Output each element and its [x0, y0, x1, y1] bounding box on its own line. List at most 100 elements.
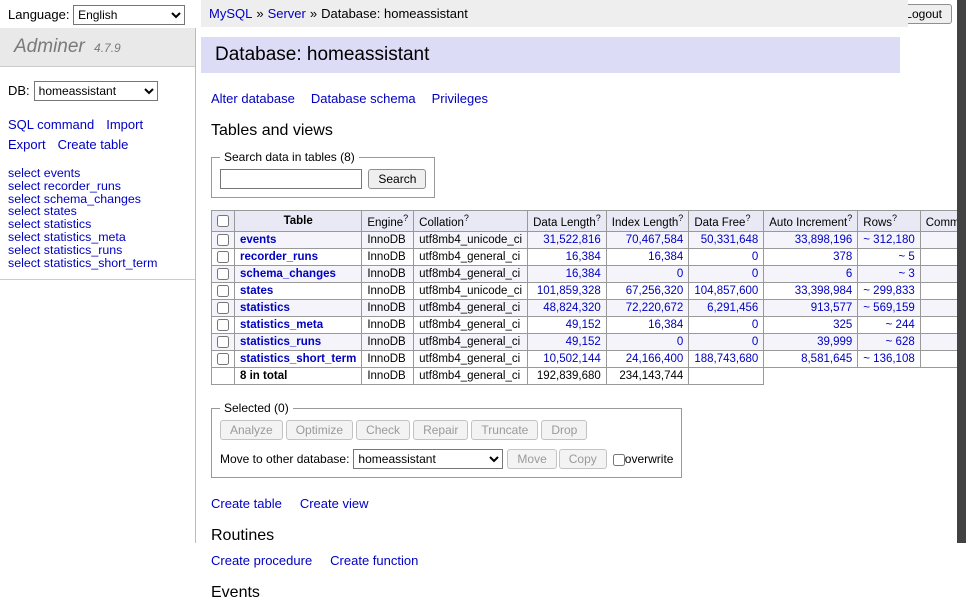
- cell-rows-link[interactable]: ~ 628: [886, 336, 915, 348]
- cell-auto-increment-link[interactable]: 8,581,645: [801, 353, 852, 365]
- cell-rows-link[interactable]: ~ 3: [898, 268, 914, 280]
- row-checkbox[interactable]: [217, 319, 229, 331]
- cell-index-length-link[interactable]: 0: [677, 336, 683, 348]
- db-select[interactable]: homeassistant: [34, 81, 158, 101]
- link-create-table[interactable]: Create table: [211, 496, 282, 511]
- table-link-statistics[interactable]: statistics: [240, 302, 290, 314]
- sidebar-link-export[interactable]: Export: [8, 137, 46, 152]
- app-logo[interactable]: Adminer 4.7.9: [0, 28, 195, 67]
- search-input[interactable]: [220, 169, 362, 189]
- repair-button[interactable]: Repair: [413, 420, 468, 440]
- cell-index-length-link[interactable]: 67,256,320: [626, 285, 684, 297]
- action-alter-database[interactable]: Alter database: [211, 91, 295, 106]
- cell-auto-increment-link[interactable]: 6: [846, 268, 852, 280]
- move-db-select[interactable]: homeassistant: [353, 449, 503, 469]
- row-checkbox[interactable]: [217, 285, 229, 297]
- table-link-statistics-meta[interactable]: statistics_meta: [240, 319, 323, 331]
- cell-data-free-link[interactable]: 0: [752, 336, 758, 348]
- row-checkbox[interactable]: [217, 336, 229, 348]
- breadcrumb-mysql[interactable]: MySQL: [209, 6, 252, 21]
- cell-data-length-link[interactable]: 48,824,320: [543, 302, 601, 314]
- link-create-view[interactable]: Create view: [300, 496, 369, 511]
- cell-rows-link[interactable]: ~ 569,159: [863, 302, 914, 314]
- selected-fieldset: Selected (0) AnalyzeOptimizeCheckRepairT…: [211, 401, 682, 478]
- cell-data-length-link[interactable]: 16,384: [566, 268, 601, 280]
- cell-data-length-link[interactable]: 10,502,144: [543, 353, 601, 365]
- cell-auto-increment-link[interactable]: 39,999: [817, 336, 852, 348]
- row-checkbox[interactable]: [217, 251, 229, 263]
- optimize-button[interactable]: Optimize: [286, 420, 353, 440]
- help-link[interactable]: ?: [596, 213, 601, 223]
- analyze-button[interactable]: Analyze: [220, 420, 283, 440]
- cell-data-length-link[interactable]: 49,152: [566, 336, 601, 348]
- cell-rows-link[interactable]: ~ 5: [898, 251, 914, 263]
- app-name[interactable]: Adminer: [14, 36, 85, 57]
- row-checkbox[interactable]: [217, 234, 229, 246]
- cell-auto-increment-link[interactable]: 913,577: [811, 302, 853, 314]
- cell-data-free-link[interactable]: 0: [752, 319, 758, 331]
- cell-index-length-link[interactable]: 16,384: [648, 319, 683, 331]
- cell-data-free-link[interactable]: 188,743,680: [694, 353, 758, 365]
- help-link[interactable]: ?: [745, 213, 750, 223]
- cell-data-free: 188,743,680: [689, 351, 764, 368]
- cell-table-name: schema_changes: [235, 265, 362, 282]
- cell-index-length-link[interactable]: 0: [677, 268, 683, 280]
- cell-rows-link[interactable]: ~ 299,833: [863, 285, 914, 297]
- link-create-procedure[interactable]: Create procedure: [211, 553, 312, 568]
- cell-data-free-link[interactable]: 104,857,600: [694, 285, 758, 297]
- cell-index-length-link[interactable]: 16,384: [648, 251, 683, 263]
- breadcrumb-server[interactable]: Server: [268, 6, 306, 21]
- cell-data-length-link[interactable]: 49,152: [566, 319, 601, 331]
- sidebar-link-import[interactable]: Import: [106, 117, 143, 132]
- cell-rows-link[interactable]: ~ 312,180: [863, 234, 914, 246]
- breadcrumb-separator: »: [256, 6, 263, 21]
- table-link-recorder-runs[interactable]: recorder_runs: [240, 251, 318, 263]
- row-checkbox[interactable]: [217, 353, 229, 365]
- link-create-function[interactable]: Create function: [330, 553, 418, 568]
- table-link-schema-changes[interactable]: schema_changes: [240, 268, 336, 280]
- cell-index-length-link[interactable]: 70,467,584: [626, 234, 684, 246]
- search-button[interactable]: Search: [368, 169, 426, 189]
- cell-data-length-link[interactable]: 101,859,328: [537, 285, 601, 297]
- cell-rows-link[interactable]: ~ 244: [886, 319, 915, 331]
- cell-index-length-link[interactable]: 72,220,672: [626, 302, 684, 314]
- action-privileges[interactable]: Privileges: [432, 91, 488, 106]
- scrollbar[interactable]: [957, 0, 966, 543]
- table-link-events[interactable]: events: [240, 234, 276, 246]
- truncate-button[interactable]: Truncate: [471, 420, 538, 440]
- cell-index-length-link[interactable]: 24,166,400: [626, 353, 684, 365]
- sidebar-link-sql-command[interactable]: SQL command: [8, 117, 94, 132]
- language-select[interactable]: English: [73, 5, 185, 25]
- cell-auto-increment-link[interactable]: 33,398,984: [795, 285, 853, 297]
- select-all-checkbox[interactable]: [217, 215, 229, 227]
- cell-rows-link[interactable]: ~ 136,108: [863, 353, 914, 365]
- help-link[interactable]: ?: [892, 213, 897, 223]
- table-link-statistics-runs[interactable]: statistics_runs: [240, 336, 321, 348]
- help-link[interactable]: ?: [464, 213, 469, 223]
- cell-data-length-link[interactable]: 31,522,816: [543, 234, 601, 246]
- row-checkbox[interactable]: [217, 268, 229, 280]
- cell-auto-increment-link[interactable]: 378: [833, 251, 852, 263]
- help-link[interactable]: ?: [847, 213, 852, 223]
- cell-data-free-link[interactable]: 0: [752, 251, 758, 263]
- drop-button[interactable]: Drop: [541, 420, 587, 440]
- help-link[interactable]: ?: [403, 213, 408, 223]
- cell-auto-increment-link[interactable]: 325: [833, 319, 852, 331]
- cell-data-free-link[interactable]: 0: [752, 268, 758, 280]
- cell-data-length: 48,824,320: [528, 299, 607, 316]
- copy-button[interactable]: Copy: [559, 449, 607, 469]
- sidebar-select-statistics-short-term[interactable]: select statistics_short_term: [8, 256, 157, 270]
- table-link-states[interactable]: states: [240, 285, 273, 297]
- cell-data-free-link[interactable]: 6,291,456: [707, 302, 758, 314]
- row-checkbox[interactable]: [217, 302, 229, 314]
- check-button[interactable]: Check: [356, 420, 410, 440]
- action-database-schema[interactable]: Database schema: [311, 91, 416, 106]
- sidebar-link-create-table[interactable]: Create table: [58, 137, 129, 152]
- table-link-statistics-short-term[interactable]: statistics_short_term: [240, 353, 356, 365]
- help-link[interactable]: ?: [678, 213, 683, 223]
- cell-data-length-link[interactable]: 16,384: [566, 251, 601, 263]
- cell-auto-increment-link[interactable]: 33,898,196: [795, 234, 853, 246]
- move-button[interactable]: Move: [507, 449, 556, 469]
- overwrite-checkbox[interactable]: [613, 454, 625, 466]
- cell-data-free-link[interactable]: 50,331,648: [701, 234, 759, 246]
